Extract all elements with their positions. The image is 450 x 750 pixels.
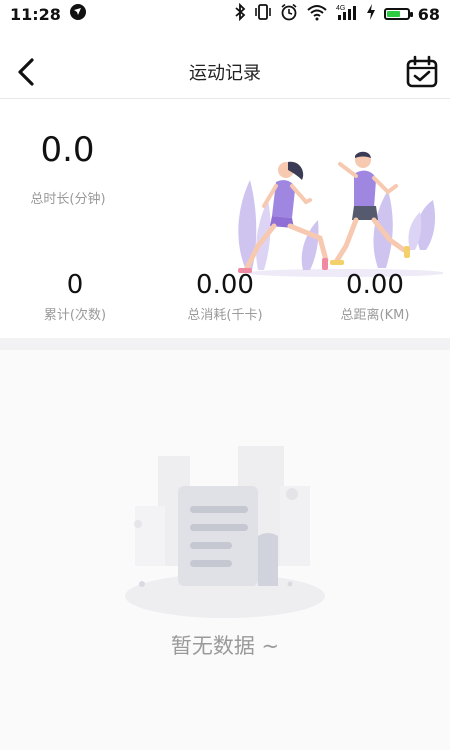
stat-count: 0 累计(次数) — [25, 270, 125, 323]
stat-distance: 0.00 总距离(KM) — [325, 270, 425, 323]
empty-state-text: 暂无数据 ~ — [170, 634, 280, 658]
stat-distance-label: 总距离(KM) — [340, 308, 410, 323]
status-left: 11:28 — [10, 3, 87, 25]
total-time-label: 总时长(分钟) — [30, 192, 106, 207]
app-notification-icon — [69, 3, 87, 25]
battery-percent: 68 — [417, 4, 440, 24]
alarm-icon — [280, 3, 298, 25]
signal-icon: 4G — [336, 3, 358, 25]
wifi-icon — [306, 3, 328, 25]
status-time: 11:28 — [10, 4, 61, 24]
stat-calories-value: 0.00 — [196, 270, 254, 300]
app-header: 运动记录 — [0, 46, 450, 99]
calendar-button[interactable] — [404, 54, 440, 90]
runners-illustration — [238, 151, 443, 277]
stat-count-value: 0 — [66, 270, 84, 300]
status-bar: 11:28 4G 68 — [0, 0, 450, 28]
back-button[interactable] — [10, 54, 46, 90]
calendar-check-icon — [406, 55, 438, 88]
stat-calories: 0.00 总消耗(千卡) — [165, 270, 285, 323]
stat-calories-label: 总消耗(千卡) — [187, 308, 263, 323]
page-title: 运动记录 — [189, 63, 261, 84]
section-divider — [0, 338, 450, 350]
network-label: 4G — [336, 5, 345, 12]
summary-panel: 0.0 总时长(分钟) 0 累计(次数) 0.00 总消耗(千卡) 0.00 总… — [0, 100, 450, 338]
bluetooth-icon — [234, 2, 246, 25]
charging-icon — [366, 3, 376, 25]
stat-distance-value: 0.00 — [346, 270, 404, 300]
status-right: 4G 68 — [234, 2, 440, 25]
stat-count-label: 累计(次数) — [43, 308, 107, 323]
back-arrow-icon — [18, 58, 34, 86]
empty-document-icon — [125, 446, 325, 618]
records-list-empty: 暂无数据 ~ — [0, 350, 450, 750]
battery-fill — [386, 11, 401, 17]
battery-icon — [383, 8, 413, 20]
total-time-value: 0.0 — [40, 130, 95, 170]
vibrate-icon — [254, 3, 272, 25]
